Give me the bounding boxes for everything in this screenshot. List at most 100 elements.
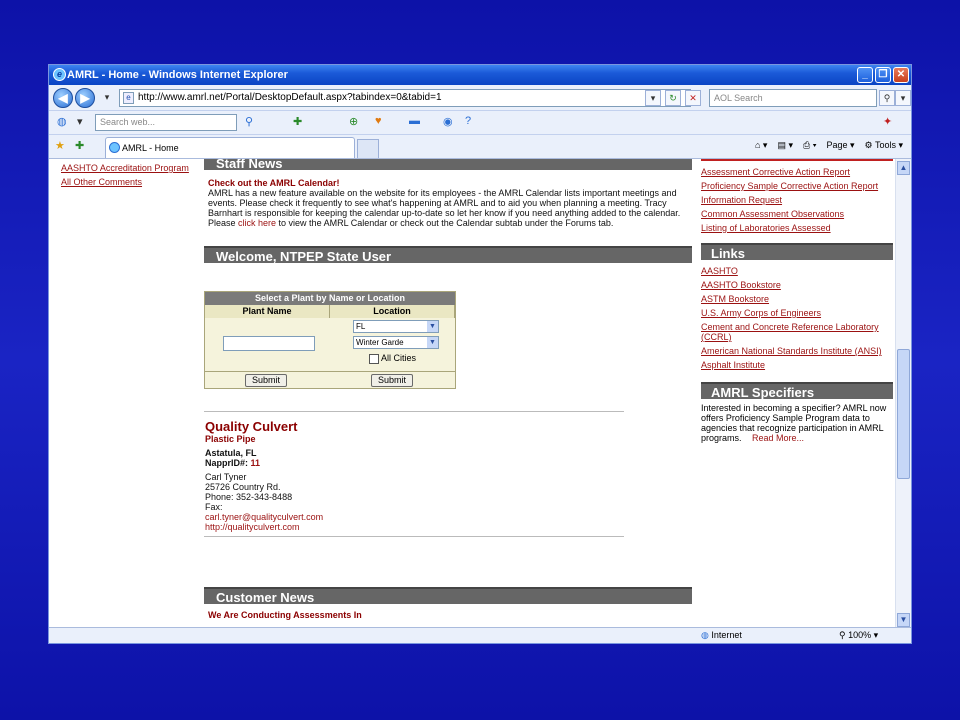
zoom-control[interactable]: ⚲ 100% ▾ <box>839 628 878 643</box>
contact-name: Carl Tyner <box>205 472 247 482</box>
right-link[interactable]: Information Request <box>701 195 893 205</box>
right-link[interactable]: Listing of Laboratories Assessed <box>701 223 893 233</box>
contact-fax: Fax: <box>205 502 223 512</box>
right-link[interactable]: Common Assessment Observations <box>701 209 893 219</box>
website-link[interactable]: http://qualityculvert.com <box>205 522 300 532</box>
highlight-icon[interactable]: ▬ <box>409 115 420 127</box>
url-dropdown-icon[interactable]: ▾ <box>645 90 661 106</box>
location-column-header: Location <box>330 305 455 318</box>
aol-search-input[interactable]: AOL Search <box>709 89 877 107</box>
right-top-rule <box>701 159 893 161</box>
favorites-star-icon[interactable]: ★ <box>55 139 65 152</box>
right-column: Assessment Corrective Action Report Prof… <box>701 159 893 443</box>
links-item[interactable]: U.S. Army Corps of Engineers <box>701 308 893 318</box>
vertical-scrollbar[interactable]: ▲ ▼ <box>895 159 911 629</box>
search-icon[interactable]: ⚲ <box>879 90 895 106</box>
calendar-link[interactable]: click here <box>238 218 276 228</box>
contact-email-link[interactable]: carl.tyner@qualityculvert.com <box>205 512 323 522</box>
links-item[interactable]: AASHTO Bookstore <box>701 280 893 290</box>
links-item[interactable]: Cement and Concrete Reference Laboratory… <box>701 322 893 342</box>
contact-phone: Phone: 352-343-8488 <box>205 492 293 502</box>
plant-name-submit-button[interactable]: Submit <box>245 374 288 387</box>
contact-address: 25726 Country Rd. <box>205 482 281 492</box>
staff-news-title: Check out the AMRL Calendar! <box>208 178 340 188</box>
scroll-down-icon[interactable]: ▼ <box>897 613 910 627</box>
page-menu-label: Page <box>826 140 848 150</box>
location-submit-button[interactable]: Submit <box>371 374 414 387</box>
city-select[interactable]: Winter Garde ▼ <box>353 336 439 349</box>
divider <box>204 411 624 412</box>
tools-menu[interactable]: ⚙ Tools ▾ <box>865 140 903 151</box>
minimize-button[interactable]: _ <box>857 67 873 83</box>
power-icon[interactable]: ◉ <box>443 115 453 128</box>
specifiers-body: Interested in becoming a specifier? AMRL… <box>701 403 893 443</box>
history-dropdown-icon[interactable]: ▾ <box>99 90 115 106</box>
plant-product: Plastic Pipe <box>205 434 256 444</box>
internet-zone: ◍ Internet <box>701 628 742 643</box>
customer-news-header: Customer News <box>204 587 692 605</box>
state-select[interactable]: FL ▼ <box>353 320 439 333</box>
nappr-id-link[interactable]: 11 <box>251 458 261 468</box>
scroll-thumb[interactable] <box>897 349 910 479</box>
print-icon[interactable]: ⎙ ▾ <box>803 140 816 151</box>
links-item[interactable]: AASHTO <box>701 266 893 276</box>
scroll-up-icon[interactable]: ▲ <box>897 161 910 175</box>
ie-logo-icon: e <box>53 68 66 81</box>
customer-news-section: Customer News We Are Conducting Assessme… <box>204 587 692 620</box>
left-link-other-comments[interactable]: All Other Comments <box>61 177 201 187</box>
left-link-aashto-accreditation[interactable]: AASHTO Accreditation Program <box>61 163 201 173</box>
right-link[interactable]: Assessment Corrective Action Report <box>701 167 893 177</box>
home-icon[interactable]: ⌂ ▾ <box>755 140 767 151</box>
add-favorites-icon[interactable]: ✚ <box>75 139 84 152</box>
search-toolbar: ◍ ▾ Search web... ⚲ ✚ ⊕ ♥ ▬ ◉ ? ✦ <box>49 111 911 135</box>
all-cities-checkbox[interactable]: All Cities <box>369 353 416 364</box>
url-text: http://www.amrl.net/Portal/DesktopDefaul… <box>138 92 442 103</box>
state-value: FL <box>356 322 366 331</box>
toolbar-search-icon[interactable]: ⚲ <box>245 115 253 128</box>
page-content: AASHTO Accreditation Program All Other C… <box>49 159 897 629</box>
nappr-label: NapprID#: <box>205 458 249 468</box>
back-button[interactable]: ◀ <box>53 88 73 108</box>
add-icon[interactable]: ⊕ <box>349 115 358 128</box>
page-menu[interactable]: Page ▾ <box>826 140 854 151</box>
tools-menu-label: Tools <box>874 140 896 150</box>
refresh-icon[interactable]: ↻ <box>665 90 681 106</box>
city-value: Winter Garde <box>356 338 404 347</box>
divider <box>204 536 624 537</box>
plant-listing: Quality Culvert Plastic Pipe Astatula, F… <box>205 419 505 532</box>
forward-button[interactable]: ▶ <box>75 88 95 108</box>
links-item[interactable]: ASTM Bookstore <box>701 294 893 304</box>
tab-amrl-home[interactable]: AMRL - Home <box>105 137 355 158</box>
toolbar-dropdown-icon[interactable]: ▾ <box>77 115 83 128</box>
new-tab-button[interactable] <box>357 139 379 158</box>
left-nav: AASHTO Accreditation Program All Other C… <box>61 163 201 187</box>
customer-news-first-item: We Are Conducting Assessments In <box>208 610 362 620</box>
links-item[interactable]: Asphalt Institute <box>701 360 893 370</box>
plant-search-form: Select a Plant by Name or Location Plant… <box>204 291 456 389</box>
status-bar: ◍ Internet ⚲ 100% ▾ <box>49 627 911 643</box>
zoom-icon: ⚲ <box>839 630 846 640</box>
main-column: Staff News Check out the AMRL Calendar! … <box>204 159 692 264</box>
plus-icon[interactable]: ✚ <box>293 115 302 128</box>
close-button[interactable]: ✕ <box>893 67 909 83</box>
staff-news-header: Staff News <box>204 159 692 171</box>
specifiers-header: AMRL Specifiers <box>701 382 893 400</box>
toolbar-options-icon[interactable]: ✦ <box>883 115 892 128</box>
staff-news-text-end: to view the AMRL Calendar or check out t… <box>276 218 614 228</box>
help-icon[interactable]: ? <box>465 115 471 127</box>
heart-icon[interactable]: ♥ <box>375 115 382 127</box>
staff-news-body: AMRL has a new feature available on the … <box>204 188 692 228</box>
search-options-icon[interactable]: ▾ <box>895 90 911 106</box>
maximize-button[interactable]: ❐ <box>875 67 891 83</box>
plant-name-input[interactable] <box>223 336 315 351</box>
stop-icon[interactable]: ✕ <box>685 90 701 106</box>
web-search-input[interactable]: Search web... <box>95 114 237 131</box>
links-item[interactable]: American National Standards Institute (A… <box>701 346 893 356</box>
right-link[interactable]: Proficiency Sample Corrective Action Rep… <box>701 181 893 191</box>
read-more-link[interactable]: Read More... <box>752 433 804 443</box>
feeds-icon[interactable]: ▤ ▾ <box>777 140 793 151</box>
checkbox-box[interactable] <box>369 353 379 364</box>
url-input[interactable]: e http://www.amrl.net/Portal/DesktopDefa… <box>119 89 691 107</box>
plant-location: Astatula, FL <box>205 448 257 458</box>
browser-window: e AMRL - Home - Windows Internet Explore… <box>48 64 912 644</box>
